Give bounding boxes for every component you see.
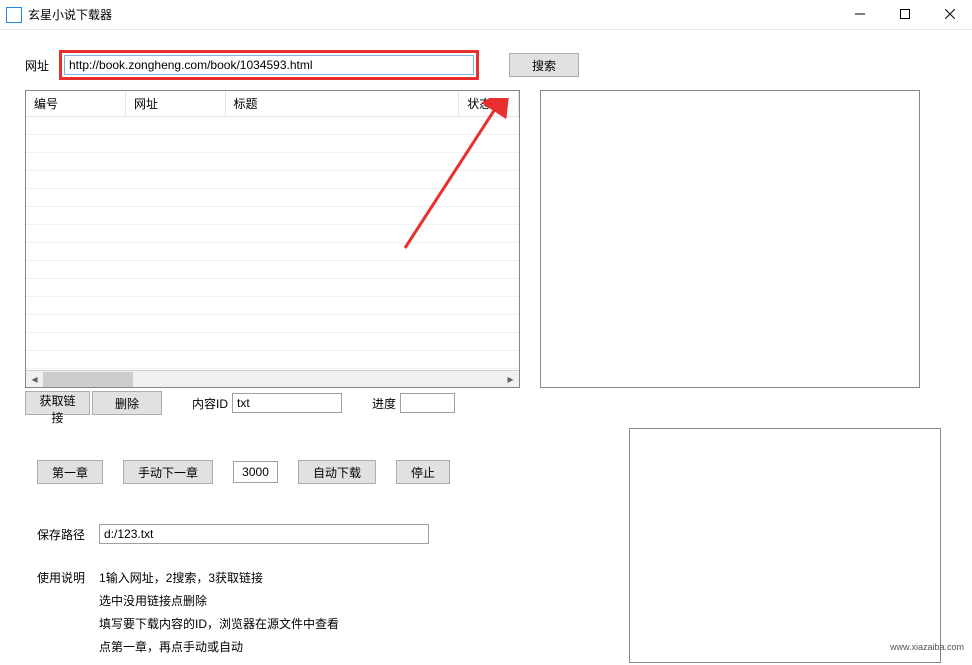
table-row: [26, 189, 519, 207]
save-path-input[interactable]: [99, 524, 429, 544]
table-row: [26, 117, 519, 135]
preview-panel-top: [540, 90, 920, 388]
window-controls: [837, 0, 972, 29]
get-links-button[interactable]: 获取链接: [25, 391, 90, 415]
table-row: [26, 225, 519, 243]
window-title: 玄星小说下载器: [28, 6, 837, 23]
col-title[interactable]: 标题: [225, 91, 459, 117]
help-line: 选中没用链接点删除: [99, 592, 339, 609]
scroll-left-icon[interactable]: ◂: [26, 371, 43, 388]
table-row: [26, 135, 519, 153]
content-id-label: 内容ID: [192, 395, 228, 412]
progress-input[interactable]: [400, 393, 455, 413]
save-path-label: 保存路径: [37, 526, 85, 543]
interval-input[interactable]: [233, 461, 278, 483]
auto-download-button[interactable]: 自动下载: [298, 460, 376, 484]
chapters-table[interactable]: 编号 网址 标题 状态: [26, 91, 519, 117]
help-label: 使用说明: [37, 569, 85, 655]
progress-label: 进度: [372, 395, 396, 412]
scroll-right-icon[interactable]: ▸: [502, 371, 519, 388]
mid-row: 编号 网址 标题 状态: [25, 90, 947, 415]
url-input-highlight: [59, 50, 479, 80]
maximize-button[interactable]: [882, 0, 927, 28]
stop-button[interactable]: 停止: [396, 460, 450, 484]
table-row: [26, 279, 519, 297]
col-url[interactable]: 网址: [126, 91, 226, 117]
minimize-button[interactable]: [837, 0, 882, 28]
content-id-input[interactable]: [232, 393, 342, 413]
table-row: [26, 171, 519, 189]
help-line: 点第一章，再点手动或自动: [99, 638, 339, 655]
first-chapter-button[interactable]: 第一章: [37, 460, 103, 484]
table-body: [26, 117, 519, 375]
search-button[interactable]: 搜索: [509, 53, 579, 77]
table-row: [26, 261, 519, 279]
col-id[interactable]: 编号: [26, 91, 126, 117]
url-label: 网址: [25, 57, 55, 74]
delete-button[interactable]: 删除: [92, 391, 162, 415]
table-row: [26, 297, 519, 315]
close-button[interactable]: [927, 0, 972, 28]
table-row: [26, 153, 519, 171]
preview-panel-bottom: [629, 428, 941, 663]
table-row: [26, 333, 519, 351]
url-input[interactable]: [64, 55, 474, 75]
table-row: [26, 315, 519, 333]
table-wrap: 编号 网址 标题 状态: [25, 90, 520, 388]
col-status[interactable]: 状态: [459, 91, 519, 117]
app-icon: [6, 7, 22, 23]
table-row: [26, 351, 519, 369]
help-line: 填写要下载内容的ID，浏览器在源文件中查看: [99, 615, 339, 632]
table-row: [26, 207, 519, 225]
scroll-thumb[interactable]: [43, 372, 133, 387]
manual-next-button[interactable]: 手动下一章: [123, 460, 213, 484]
table-area: 编号 网址 标题 状态: [25, 90, 520, 415]
titlebar: 玄星小说下载器: [0, 0, 972, 30]
help-lines: 1输入网址，2搜索，3获取链接 选中没用链接点删除 填写要下载内容的ID，浏览器…: [99, 569, 339, 655]
table-row: [26, 243, 519, 261]
url-row: 网址 搜索: [25, 50, 947, 80]
controls-row: 获取链接 删除 内容ID 进度: [25, 391, 520, 415]
horizontal-scrollbar[interactable]: ◂ ▸: [26, 370, 519, 387]
help-line: 1输入网址，2搜索，3获取链接: [99, 569, 339, 586]
content-area: 网址 搜索 编号 网址 标题 状态: [0, 30, 972, 665]
